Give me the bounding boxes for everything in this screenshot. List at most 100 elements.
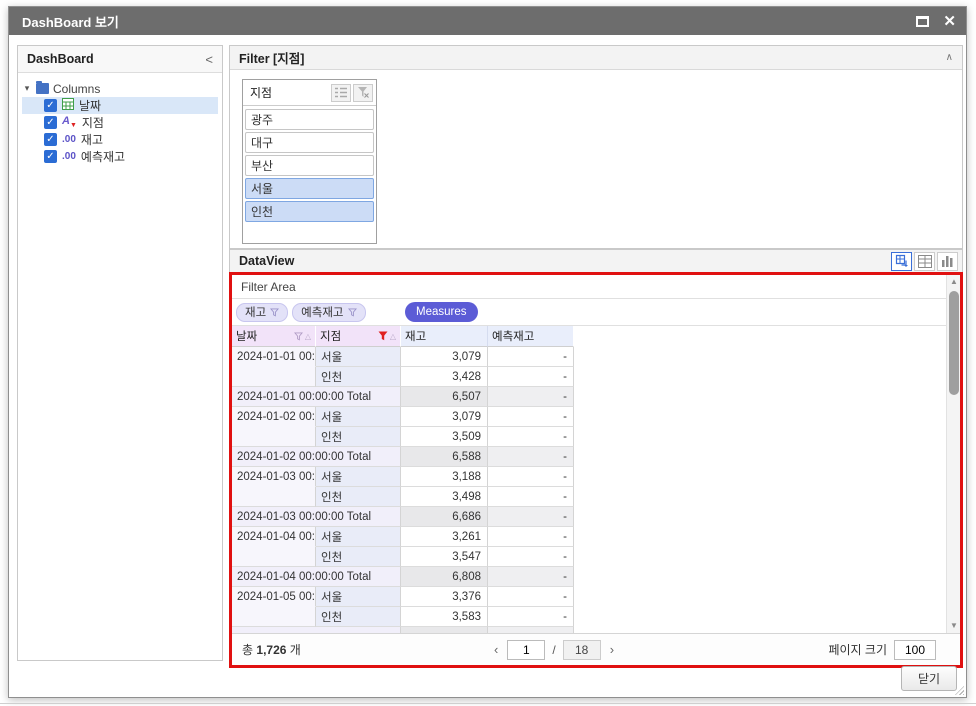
table-row[interactable]: 2024-01-01 00:0 서울 3,079 - — [232, 347, 960, 367]
filter-item-gwangju[interactable]: 광주 — [245, 109, 374, 130]
cell-branch: 서울 — [316, 527, 401, 547]
close-button[interactable]: 닫기 — [901, 666, 957, 691]
table-row[interactable]: 인천 3,583 - — [232, 607, 960, 627]
close-icon[interactable]: ✕ — [943, 14, 956, 29]
cell-stock: 3,547 — [401, 547, 488, 567]
table-row[interactable]: 2024-01-02 00:0 서울 3,079 - — [232, 407, 960, 427]
tree-root-label: Columns — [53, 82, 100, 96]
cell-branch: 인천 — [316, 367, 401, 387]
total-prefix: 총 — [242, 643, 253, 657]
table-row[interactable]: 인천 3,498 - — [232, 487, 960, 507]
measures-pill[interactable]: Measures — [405, 302, 478, 322]
columns-tree: ▾ Columns ✓ 날짜 ✓ A▼ 지점 ✓ — [18, 73, 222, 172]
cell-forecast: - — [488, 587, 574, 607]
tree-item-label: 예측재고 — [81, 148, 125, 165]
collapse-chevron-icon[interactable]: ∧ — [946, 52, 953, 63]
page-size-label: 페이지 크기 — [828, 641, 887, 658]
cell-total-label: 2024-01-01 00:00:00 Total — [232, 387, 401, 407]
cell-stock: 3,261 — [401, 527, 488, 547]
cell-forecast: - — [488, 607, 574, 627]
table-total-row[interactable]: 2024-01-01 00:00:00 Total 6,507 - — [232, 387, 960, 407]
table-row[interactable]: 2024-01-05 00:0 서울 3,376 - — [232, 587, 960, 607]
next-page-icon[interactable]: › — [608, 642, 616, 657]
cell-total-label: 2024-01-02 00:00:00 Total — [232, 447, 401, 467]
cell-date — [232, 487, 316, 507]
table-total-row[interactable]: 2024-01-03 00:00:00 Total 6,686 - — [232, 507, 960, 527]
cell-date: 2024-01-04 00:0 — [232, 527, 316, 547]
cell-total-forecast: - — [488, 387, 574, 407]
scroll-up-icon[interactable]: ▲ — [947, 275, 960, 289]
column-header-stock[interactable]: 재고 — [401, 326, 488, 347]
pivot-chip-row: 재고 예측재고 Measures — [232, 299, 960, 326]
column-header-forecast[interactable]: 예측재고 — [488, 326, 574, 347]
checkbox-checked-icon[interactable]: ✓ — [44, 99, 57, 112]
funnel-icon — [294, 332, 303, 341]
filter-item-seoul[interactable]: 서울 — [245, 178, 374, 199]
table-row[interactable]: 인천 3,428 - — [232, 367, 960, 387]
branch-filter-listbox: 지점 광주 대구 부산 서울 인천 — [242, 79, 377, 244]
cell-stock: 3,583 — [401, 607, 488, 627]
dataview-header: DataView — [229, 249, 963, 272]
tree-item-forecast[interactable]: ✓ .00 예측재고 — [22, 148, 218, 165]
filter-item-daegu[interactable]: 대구 — [245, 132, 374, 153]
vertical-scrollbar[interactable]: ▲ ▼ — [946, 275, 960, 633]
funnel-active-icon — [378, 331, 388, 341]
dashboard-sidebar: DashBoard < ▾ Columns ✓ 날짜 ✓ — [17, 45, 223, 661]
cell-stock: 3,498 — [401, 487, 488, 507]
cell-total-stock: 6,588 — [401, 447, 488, 467]
table-row[interactable]: 2024-01-04 00:0 서울 3,261 - — [232, 527, 960, 547]
chip-forecast[interactable]: 예측재고 — [292, 303, 365, 322]
tree-item-label: 재고 — [81, 131, 103, 148]
caret-down-icon[interactable]: ▾ — [22, 83, 32, 94]
tree-item-stock[interactable]: ✓ .00 재고 — [22, 131, 218, 148]
filter-item-incheon[interactable]: 인천 — [245, 201, 374, 222]
checkbox-checked-icon[interactable]: ✓ — [44, 133, 57, 146]
cell-total-stock: 6,686 — [401, 507, 488, 527]
scroll-down-icon[interactable]: ▼ — [947, 619, 960, 633]
checkbox-checked-icon[interactable]: ✓ — [44, 116, 57, 129]
column-header-branch[interactable]: 지점 △ — [316, 326, 401, 347]
clear-filter-icon[interactable] — [353, 84, 373, 102]
pivot-filter-area[interactable]: Filter Area — [232, 275, 960, 299]
tree-item-branch[interactable]: ✓ A▼ 지점 — [22, 114, 218, 131]
cell-branch: 서울 — [316, 587, 401, 607]
select-all-icon[interactable] — [331, 84, 351, 102]
pivot-grid: Filter Area 재고 예측재고 Measures 날짜 — [232, 275, 960, 665]
prev-page-icon[interactable]: ‹ — [492, 642, 500, 657]
sort-icon[interactable]: △ — [390, 332, 396, 341]
table-row[interactable]: 인천 3,547 - — [232, 547, 960, 567]
cell-forecast: - — [488, 527, 574, 547]
cell-branch: 인천 — [316, 427, 401, 447]
filter-panel: Filter [지점] ∧ 지점 광주 — [229, 45, 963, 249]
maximize-icon[interactable] — [916, 16, 929, 27]
sort-icon[interactable]: △ — [305, 332, 311, 341]
scrollbar-thumb[interactable] — [949, 291, 959, 395]
tree-node-columns[interactable]: ▾ Columns — [22, 80, 218, 97]
table-row[interactable]: 2024-01-03 00:0 서울 3,188 - — [232, 467, 960, 487]
tree-item-date[interactable]: ✓ 날짜 — [22, 97, 218, 114]
cell-branch: 서울 — [316, 407, 401, 427]
chip-stock[interactable]: 재고 — [236, 303, 288, 322]
cell-stock: 3,428 — [401, 367, 488, 387]
calendar-icon — [62, 98, 74, 113]
column-label: 재고 — [405, 328, 426, 344]
pivot-view-icon[interactable] — [891, 252, 912, 271]
table-total-row[interactable]: 2024-01-04 00:00:00 Total 6,808 - — [232, 567, 960, 587]
filter-item-busan[interactable]: 부산 — [245, 155, 374, 176]
cell-date: 2024-01-03 00:0 — [232, 467, 316, 487]
table-total-row[interactable]: 2024-01-02 00:00:00 Total 6,588 - — [232, 447, 960, 467]
page-size-input[interactable] — [894, 640, 936, 660]
chip-label: 재고 — [245, 304, 266, 320]
chart-view-icon[interactable] — [937, 252, 958, 271]
cell-stock: 3,376 — [401, 587, 488, 607]
cell-branch: 인천 — [316, 547, 401, 567]
column-header-date[interactable]: 날짜 △ — [232, 326, 316, 347]
table-view-icon[interactable] — [914, 252, 935, 271]
cell-total-stock: 6,507 — [401, 387, 488, 407]
dialog-titlebar[interactable]: DashBoard 보기 ✕ — [9, 7, 966, 35]
table-row[interactable]: 인천 3,509 - — [232, 427, 960, 447]
sidebar-collapse-icon[interactable]: < — [205, 52, 213, 67]
cell-total-label: 2024-01-03 00:00:00 Total — [232, 507, 401, 527]
checkbox-checked-icon[interactable]: ✓ — [44, 150, 57, 163]
page-number-input[interactable] — [507, 640, 545, 660]
